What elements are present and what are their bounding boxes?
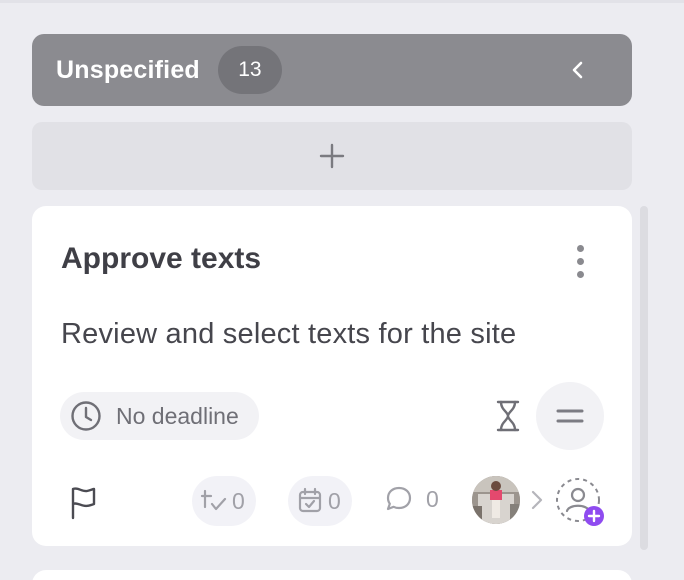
comments-count: 0 bbox=[426, 485, 439, 512]
column-scrollbar[interactable] bbox=[640, 206, 648, 550]
subtasks-counter[interactable]: 0 bbox=[192, 476, 256, 526]
subtasks-icon bbox=[200, 489, 227, 511]
task-description: Review and select texts for the site bbox=[61, 318, 517, 350]
add-assignee-button[interactable] bbox=[554, 476, 606, 528]
task-title: Approve texts bbox=[61, 242, 262, 275]
flag-button[interactable] bbox=[68, 486, 98, 520]
column-title: Unspecified bbox=[56, 55, 200, 84]
hourglass-icon bbox=[496, 400, 520, 432]
assignee-avatar[interactable] bbox=[472, 476, 520, 524]
top-divider bbox=[0, 0, 684, 3]
deadline-chip[interactable]: No deadline bbox=[60, 392, 259, 440]
events-counter[interactable]: 0 bbox=[288, 476, 352, 526]
clock-icon bbox=[71, 401, 101, 431]
vertical-dots-icon bbox=[570, 245, 590, 278]
plus-icon bbox=[319, 143, 345, 169]
subtasks-count: 0 bbox=[232, 487, 245, 514]
events-count: 0 bbox=[328, 487, 341, 514]
add-user-icon bbox=[556, 478, 604, 526]
collapse-column-button[interactable] bbox=[564, 56, 592, 84]
calendar-check-icon bbox=[298, 487, 322, 513]
chevron-left-icon bbox=[572, 61, 583, 79]
time-estimate-button[interactable] bbox=[494, 399, 522, 433]
priority-button[interactable] bbox=[536, 382, 604, 450]
equals-icon bbox=[556, 409, 584, 423]
avatar-photo bbox=[472, 476, 520, 524]
chevron-right-icon bbox=[531, 490, 543, 510]
comment-icon bbox=[386, 486, 412, 511]
comments-counter[interactable]: 0 bbox=[384, 484, 439, 514]
next-task-card[interactable] bbox=[32, 570, 632, 580]
deadline-label: No deadline bbox=[116, 402, 239, 429]
column-header: Unspecified 13 bbox=[32, 34, 632, 106]
add-task-button[interactable] bbox=[32, 122, 632, 190]
flag-icon bbox=[71, 487, 96, 520]
column-count-badge: 13 bbox=[217, 46, 282, 94]
task-card[interactable]: Approve texts Review and select texts fo… bbox=[32, 206, 632, 546]
task-menu-button[interactable] bbox=[570, 242, 590, 282]
